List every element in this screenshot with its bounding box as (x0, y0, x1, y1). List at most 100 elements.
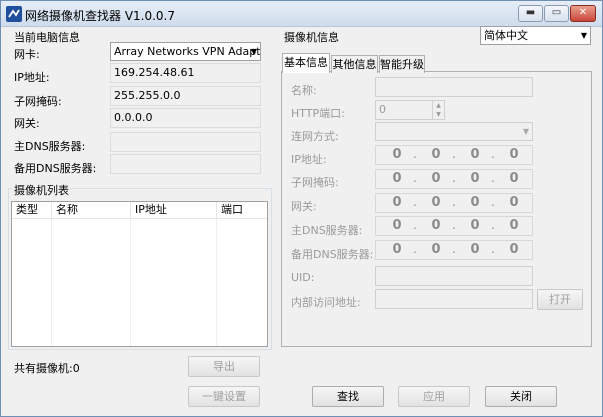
tab-basic-info[interactable]: 基本信息 (282, 53, 330, 73)
dns2-label: 备用DNS服务器: (14, 162, 97, 175)
ip-octet: 0 (431, 242, 441, 257)
minimize-button[interactable]: ▬ (518, 5, 543, 22)
ip-octet: 0 (392, 171, 402, 186)
pc-info-title: 当前电脑信息 (14, 31, 80, 44)
open-button[interactable]: 打开 (537, 289, 583, 310)
ip-dot: . (491, 242, 495, 256)
camera-info-title: 摄像机信息 (284, 31, 339, 44)
uid-field (375, 266, 533, 286)
ip-dot: . (491, 171, 495, 185)
cam-gateway-field: 0 . 0 . 0 . 0 (375, 193, 533, 213)
col-divider (51, 219, 52, 346)
ip-octet: 0 (470, 147, 480, 162)
ip-octet: 0 (392, 242, 402, 257)
search-button[interactable]: 查找 (312, 386, 384, 407)
ip-octet: 0 (431, 195, 441, 210)
language-select[interactable]: 简体中文 ▼ (480, 26, 591, 45)
ip-dot: . (413, 242, 417, 256)
ip-octet: 0 (470, 242, 480, 257)
conn-mode-select: ▼ (375, 122, 533, 141)
ip-dot: . (491, 218, 495, 232)
ip-octet: 0 (392, 218, 402, 233)
ip-octet: 0 (470, 171, 480, 186)
title-bar: 网络摄像机查找器 V1.0.0.7 ▬ ▭ ✕ (1, 1, 602, 27)
ip-octet: 0 (509, 242, 519, 257)
cam-dns1-field: 0 . 0 . 0 . 0 (375, 216, 533, 236)
one-key-setup-button[interactable]: 一键设置 (188, 386, 260, 407)
cam-ip-label: IP地址: (291, 153, 327, 166)
chevron-down-icon: ▼ (580, 31, 587, 40)
column-type[interactable]: 类型 (12, 202, 52, 219)
nic-value: Array Networks VPN Adapter (114, 45, 261, 58)
cam-dns2-label: 备用DNS服务器: (291, 248, 374, 261)
pc-ip-field: 169.254.48.61 (110, 63, 261, 83)
cam-dns1-label: 主DNS服务器: (291, 224, 363, 237)
cam-mask-field: 0 . 0 . 0 . 0 (375, 169, 533, 189)
http-port-value: 0 (379, 103, 386, 116)
ip-octet: 0 (431, 171, 441, 186)
col-divider (130, 219, 131, 346)
ip-dot: . (452, 147, 456, 161)
ip-octet: 0 (392, 147, 402, 162)
cam-name-field (375, 77, 533, 97)
ip-octet: 0 (509, 147, 519, 162)
ip-dot: . (452, 171, 456, 185)
camera-list-title: 摄像机列表 (12, 182, 71, 198)
tab-other-info[interactable]: 其他信息 (331, 55, 378, 73)
mask-label: 子网掩码: (14, 95, 62, 108)
close-button[interactable]: 关闭 (485, 386, 557, 407)
pc-mask-field: 255.255.0.0 (110, 86, 261, 106)
cam-name-label: 名称: (291, 84, 317, 97)
ip-dot: . (413, 147, 417, 161)
ip-dot: . (413, 218, 417, 232)
camera-count: 共有摄像机:0 (14, 362, 80, 375)
column-ip[interactable]: IP地址 (131, 202, 217, 219)
app-icon (6, 6, 22, 22)
cam-dns2-field: 0 . 0 . 0 . 0 (375, 240, 533, 260)
ip-octet: 0 (470, 218, 480, 233)
ip-dot: . (413, 171, 417, 185)
col-divider (216, 219, 217, 346)
pc-dns2-field (110, 154, 261, 174)
cam-ip-field: 0 . 0 . 0 . 0 (375, 145, 533, 165)
ip-octet: 0 (509, 218, 519, 233)
pc-gateway-field: 0.0.0.0 (110, 108, 261, 128)
ip-dot: . (413, 195, 417, 209)
ip-dot: . (452, 242, 456, 256)
apply-button[interactable]: 应用 (398, 386, 470, 407)
http-port-label: HTTP端口: (291, 107, 345, 120)
chevron-down-icon: ▼ (250, 47, 257, 56)
ip-dot: . (491, 147, 495, 161)
ip-dot: . (452, 195, 456, 209)
ip-dot: . (491, 195, 495, 209)
language-value: 简体中文 (484, 29, 528, 42)
ip-octet: 0 (509, 171, 519, 186)
conn-mode-label: 连网方式: (291, 130, 339, 143)
internal-address-field (375, 289, 533, 309)
ip-octet: 0 (392, 195, 402, 210)
nic-label: 网卡: (14, 48, 40, 61)
http-port-stepper: 0 ▲ ▼ (375, 100, 445, 120)
gateway-label: 网关: (14, 117, 40, 130)
app-window: 网络摄像机查找器 V1.0.0.7 ▬ ▭ ✕ 当前电脑信息 网卡: Array… (0, 0, 603, 417)
internal-address-label: 内部访问地址: (291, 296, 361, 309)
camera-list[interactable]: 类型 名称 IP地址 端口 (11, 201, 268, 347)
close-window-button[interactable]: ✕ (570, 5, 596, 22)
pc-dns1-field (110, 132, 261, 152)
export-button[interactable]: 导出 (188, 356, 260, 377)
tab-smart-upgrade[interactable]: 智能升级 (379, 55, 425, 73)
uid-label: UID: (291, 271, 315, 284)
cam-gateway-label: 网关: (291, 200, 317, 213)
column-port[interactable]: 端口 (217, 202, 267, 219)
window-title: 网络摄像机查找器 V1.0.0.7 (25, 9, 176, 23)
ip-dot: . (452, 218, 456, 232)
ip-octet: 0 (509, 195, 519, 210)
spin-arrows-icon: ▲ ▼ (432, 101, 444, 119)
restore-button[interactable]: ▭ (544, 5, 569, 22)
ip-octet: 0 (470, 195, 480, 210)
nic-select[interactable]: Array Networks VPN Adapter ▼ (110, 42, 261, 61)
chevron-down-icon: ▼ (522, 127, 529, 136)
cam-mask-label: 子网掩码: (291, 176, 339, 189)
column-name[interactable]: 名称 (52, 202, 131, 219)
ip-octet: 0 (431, 147, 441, 162)
